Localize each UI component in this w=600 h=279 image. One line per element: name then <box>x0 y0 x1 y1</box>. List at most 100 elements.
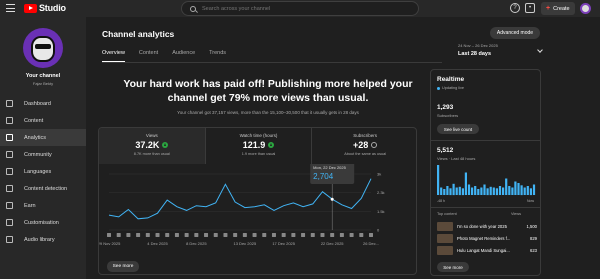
views-column-label: Views <box>511 212 522 216</box>
see-more-button[interactable]: See more <box>107 261 139 272</box>
x-tick-label: 26 Dec... <box>363 241 379 246</box>
studio-logo[interactable]: Studio <box>24 3 66 13</box>
upload-marker <box>330 233 335 237</box>
metric-label: Views <box>145 133 158 138</box>
page-title: Channel analytics <box>102 29 175 39</box>
realtime-bar <box>511 187 514 195</box>
tooltip-date: Mon, 22 Dec 2025 <box>313 165 346 170</box>
upload-marker <box>339 233 344 237</box>
sidebar-item-content-detection[interactable]: Content detection <box>0 180 86 197</box>
sidebar-item-dashboard[interactable]: Dashboard <box>0 95 86 112</box>
top-content-item[interactable]: Photo Magnet Reminders f... 829 <box>437 233 537 243</box>
top-content-item[interactable]: I'm so done with year 2025 1,500 <box>437 221 537 231</box>
realtime-bar <box>449 188 452 196</box>
video-title: Photo Magnet Reminders f... <box>457 235 511 241</box>
realtime-bar <box>474 186 477 195</box>
metric-tabs: Views 37.2K 8.7K more than usual Watch time… <box>99 128 416 164</box>
sidebar-item-content[interactable]: Content <box>0 112 86 129</box>
overview-card: Views 37.2K 8.7K more than usual Watch time… <box>98 127 417 275</box>
axis-start-label: -48 h <box>437 199 445 203</box>
audio-library-icon <box>6 236 13 243</box>
advanced-mode-button[interactable]: Advanced mode <box>490 27 540 39</box>
search-icon <box>190 5 196 12</box>
x-tick-label: 22 Dec 2025 <box>321 241 344 246</box>
dashboard-icon <box>6 100 13 107</box>
video-thumbnail <box>437 233 453 243</box>
create-label: Create <box>553 5 570 12</box>
realtime-bar <box>532 184 536 195</box>
realtime-bar <box>495 188 498 196</box>
sidebar-item-customisation[interactable]: Customisation <box>0 214 86 231</box>
y-tick-label: 0 <box>377 228 380 233</box>
y-tick-label: 3k <box>377 172 381 177</box>
see-live-count-button[interactable]: See live count <box>437 124 479 134</box>
analytics-icon <box>6 134 13 141</box>
realtime-bar <box>505 178 508 195</box>
metric-note: 1.9 more than usual <box>241 152 276 156</box>
metric-value-row: 37.2K <box>99 140 205 150</box>
realtime-bar <box>440 187 443 195</box>
account-avatar[interactable] <box>580 3 591 14</box>
upload-marker <box>155 233 160 237</box>
video-views: 623 <box>530 247 537 253</box>
metric-tab-1[interactable]: Watch time (hours) 121.9 1.9 more than usu… <box>206 128 313 164</box>
sidebar-item-label: Analytics <box>24 134 47 141</box>
metric-tab-0[interactable]: Views 37.2K 8.7K more than usual <box>99 128 206 164</box>
sidebar-item-audio-library[interactable]: Audio library <box>0 231 86 248</box>
upload-marker <box>126 233 131 237</box>
channel-name: Your channel <box>25 73 61 79</box>
sidebar-item-label: Content <box>24 117 44 124</box>
top-content-label: Top content <box>437 212 457 216</box>
menu-icon[interactable] <box>6 4 15 12</box>
studio-app: Studio ? • + Create Your channel Fajar B… <box>0 0 600 279</box>
realtime-bar <box>477 189 480 195</box>
realtime-bar <box>529 188 532 196</box>
help-icon[interactable]: ? <box>510 3 520 13</box>
hover-point <box>330 197 334 201</box>
sidebar-item-label: Dashboard <box>24 100 51 107</box>
sidebar-item-community[interactable]: Community <box>0 146 86 163</box>
realtime-bar <box>446 186 449 195</box>
realtime-see-more-button[interactable]: See more <box>437 262 469 272</box>
metric-value: +28 <box>353 140 369 150</box>
realtime-bar <box>443 189 446 195</box>
youtube-play-icon <box>24 3 37 13</box>
realtime-views-label: Views · Last 48 hours <box>437 156 476 161</box>
metric-tab-2[interactable]: Subscribers +28 About the same as usual <box>312 128 416 164</box>
realtime-bar <box>483 184 486 195</box>
upload-marker <box>174 233 179 237</box>
create-button[interactable]: + Create <box>541 2 575 15</box>
y-tick-label: 2.3k <box>377 190 385 195</box>
search-input[interactable] <box>202 5 402 12</box>
upload-marker <box>213 233 218 237</box>
sidebar-item-analytics[interactable]: Analytics <box>0 129 86 146</box>
search-bar[interactable] <box>181 1 419 16</box>
realtime-bar <box>458 186 461 196</box>
subscribers-count: 1,293 <box>437 104 454 111</box>
tooltip-value: 2,704 <box>313 172 334 181</box>
sidebar-item-languages[interactable]: Languages <box>0 163 86 180</box>
realtime-bar <box>480 187 483 195</box>
upload-marker <box>116 233 121 237</box>
date-range-picker[interactable]: 24 Nov – 26 Dec 2025 Last 28 days <box>458 43 548 57</box>
metric-value: 37.2K <box>135 140 160 150</box>
sidebar-item-label: Community <box>24 151 52 158</box>
sidebar-nav: Dashboard Content Analytics Community Langua… <box>0 95 86 248</box>
metric-value-row: +28 <box>312 140 416 150</box>
upload-marker <box>310 233 315 237</box>
upload-marker <box>223 233 228 237</box>
video-views: 1,500 <box>526 223 537 229</box>
channel-avatar[interactable] <box>23 28 63 68</box>
notifications-icon[interactable]: • <box>525 3 535 13</box>
subscribers-label: Subscribers <box>437 113 459 118</box>
realtime-bar <box>461 188 464 196</box>
top-content-item[interactable]: Hulu Langat Mandi Sungai... 623 <box>437 245 537 255</box>
sidebar-item-earn[interactable]: Earn <box>0 197 86 214</box>
realtime-bar <box>471 187 474 195</box>
upload-marker <box>291 233 296 237</box>
sidebar-item-label: Customisation <box>24 219 59 226</box>
realtime-bar <box>486 188 489 196</box>
trend-up-icon <box>162 142 169 148</box>
tab-divider <box>102 62 442 63</box>
video-title: Hulu Langat Mandi Sungai... <box>457 247 510 253</box>
